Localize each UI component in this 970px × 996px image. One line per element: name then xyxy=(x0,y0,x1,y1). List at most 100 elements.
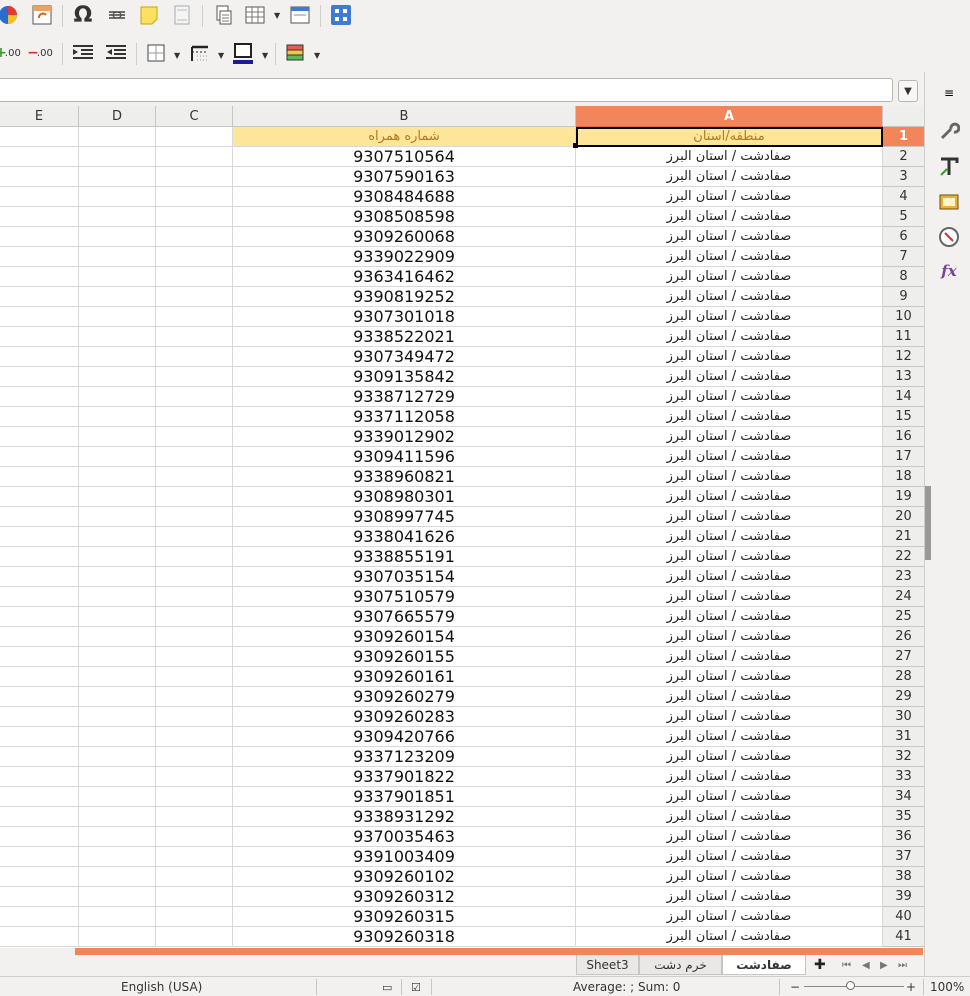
cell[interactable] xyxy=(156,927,233,947)
row-header[interactable]: 21 xyxy=(883,527,924,547)
row-header[interactable]: 17 xyxy=(883,447,924,467)
fill-handle[interactable] xyxy=(573,143,578,148)
cell[interactable] xyxy=(156,907,233,927)
cell[interactable] xyxy=(156,247,233,267)
cell[interactable] xyxy=(79,487,156,507)
row-header[interactable]: 36 xyxy=(883,827,924,847)
cell[interactable] xyxy=(156,887,233,907)
cell[interactable] xyxy=(79,347,156,367)
hyperlink-icon[interactable] xyxy=(103,1,131,29)
mobile-number-cell[interactable]: 9390819252 xyxy=(233,287,576,307)
language-status[interactable]: English (USA) xyxy=(121,979,202,995)
cell[interactable] xyxy=(79,307,156,327)
mobile-number-cell[interactable]: 9309420766 xyxy=(233,727,576,747)
cell[interactable] xyxy=(156,527,233,547)
tab-khorramdasht[interactable]: خرم دشت xyxy=(639,955,722,975)
cell[interactable] xyxy=(0,207,79,227)
horizontal-scrollbar[interactable] xyxy=(75,948,923,955)
cell[interactable] xyxy=(79,847,156,867)
cell[interactable] xyxy=(79,787,156,807)
selection-mode-icon[interactable]: ▭ xyxy=(382,979,392,995)
mobile-number-cell[interactable]: 9307301018 xyxy=(233,307,576,327)
cell[interactable] xyxy=(156,507,233,527)
cell[interactable] xyxy=(156,207,233,227)
decrease-indent-icon[interactable] xyxy=(102,39,130,67)
mobile-number-cell[interactable]: 9307510579 xyxy=(233,587,576,607)
cell[interactable] xyxy=(0,827,79,847)
row-header[interactable]: 31 xyxy=(883,727,924,747)
cell[interactable] xyxy=(156,267,233,287)
cell[interactable] xyxy=(0,447,79,467)
cell[interactable] xyxy=(156,667,233,687)
add-decimal-place-icon[interactable]: + .00 xyxy=(0,39,22,67)
row-header[interactable]: 29 xyxy=(883,687,924,707)
cell[interactable] xyxy=(156,187,233,207)
header-footer-icon[interactable] xyxy=(168,1,196,29)
cell[interactable] xyxy=(79,127,156,147)
row-header[interactable]: 35 xyxy=(883,807,924,827)
region-province-cell[interactable]: صفادشت / استان البرز xyxy=(576,527,883,547)
cell[interactable] xyxy=(0,367,79,387)
cell[interactable] xyxy=(0,127,79,147)
region-province-cell[interactable]: صفادشت / استان البرز xyxy=(576,407,883,427)
cell[interactable] xyxy=(156,827,233,847)
cell[interactable] xyxy=(79,267,156,287)
cell[interactable] xyxy=(156,327,233,347)
mobile-number-cell[interactable]: 9309260161 xyxy=(233,667,576,687)
cell[interactable] xyxy=(156,387,233,407)
cell[interactable] xyxy=(0,387,79,407)
region-province-cell[interactable]: صفادشت / استان البرز xyxy=(576,167,883,187)
borders-icon[interactable] xyxy=(142,39,170,67)
row-header[interactable]: 8 xyxy=(883,267,924,287)
row-header[interactable]: 5 xyxy=(883,207,924,227)
cell[interactable] xyxy=(0,467,79,487)
mobile-number-cell[interactable]: 9309260102 xyxy=(233,867,576,887)
cell[interactable] xyxy=(79,427,156,447)
mobile-number-cell[interactable]: 9338712729 xyxy=(233,387,576,407)
cell[interactable] xyxy=(0,567,79,587)
document-modified-icon[interactable]: ☑ xyxy=(411,979,421,995)
cell[interactable] xyxy=(79,547,156,567)
conditional-format-dropdown-arrow[interactable]: ▼ xyxy=(314,51,320,60)
tab-sheet3[interactable]: Sheet3 xyxy=(576,955,639,975)
cell[interactable] xyxy=(79,867,156,887)
chart-icon[interactable] xyxy=(0,1,22,29)
cell[interactable] xyxy=(0,707,79,727)
mobile-number-cell[interactable]: 9307349472 xyxy=(233,347,576,367)
cell[interactable] xyxy=(0,887,79,907)
sidebar-collapse-handle[interactable] xyxy=(925,486,931,560)
region-province-cell[interactable]: صفادشت / استان البرز xyxy=(576,227,883,247)
cell[interactable] xyxy=(0,867,79,887)
mobile-number-cell[interactable]: 9307590163 xyxy=(233,167,576,187)
row-header[interactable]: 40 xyxy=(883,907,924,927)
region-province-cell[interactable]: صفادشت / استان البرز xyxy=(576,387,883,407)
borders-dropdown-arrow[interactable]: ▼ xyxy=(174,51,180,60)
cell[interactable] xyxy=(79,447,156,467)
mobile-number-cell[interactable]: 9307510564 xyxy=(233,147,576,167)
next-sheet-button[interactable]: ▶ xyxy=(880,955,888,975)
row-header[interactable]: 33 xyxy=(883,767,924,787)
zoom-slider-thumb[interactable] xyxy=(846,981,855,990)
cell[interactable] xyxy=(156,467,233,487)
region-province-cell[interactable]: صفادشت / استان البرز xyxy=(576,147,883,167)
cell[interactable] xyxy=(0,727,79,747)
formula-input[interactable] xyxy=(0,78,893,102)
mobile-number-cell[interactable]: 9307665579 xyxy=(233,607,576,627)
cell[interactable] xyxy=(0,667,79,687)
special-character-icon[interactable]: Ω xyxy=(69,1,97,29)
cell[interactable] xyxy=(156,787,233,807)
cell[interactable] xyxy=(0,847,79,867)
region-province-cell[interactable]: صفادشت / استان البرز xyxy=(576,807,883,827)
region-province-cell[interactable]: صفادشت / استان البرز xyxy=(576,867,883,887)
region-province-cell[interactable]: صفادشت / استان البرز xyxy=(576,727,883,747)
cell-b-header[interactable]: شماره همراه xyxy=(233,127,576,147)
sidebar-menu-icon[interactable]: ≡ xyxy=(936,80,962,106)
row-header[interactable]: 12 xyxy=(883,347,924,367)
region-province-cell[interactable]: صفادشت / استان البرز xyxy=(576,827,883,847)
region-province-cell[interactable]: صفادشت / استان البرز xyxy=(576,307,883,327)
border-color-dropdown-arrow[interactable]: ▼ xyxy=(262,51,268,60)
cell[interactable] xyxy=(79,627,156,647)
row-header[interactable]: 6 xyxy=(883,227,924,247)
mobile-number-cell[interactable]: 9337112058 xyxy=(233,407,576,427)
cell[interactable] xyxy=(0,587,79,607)
